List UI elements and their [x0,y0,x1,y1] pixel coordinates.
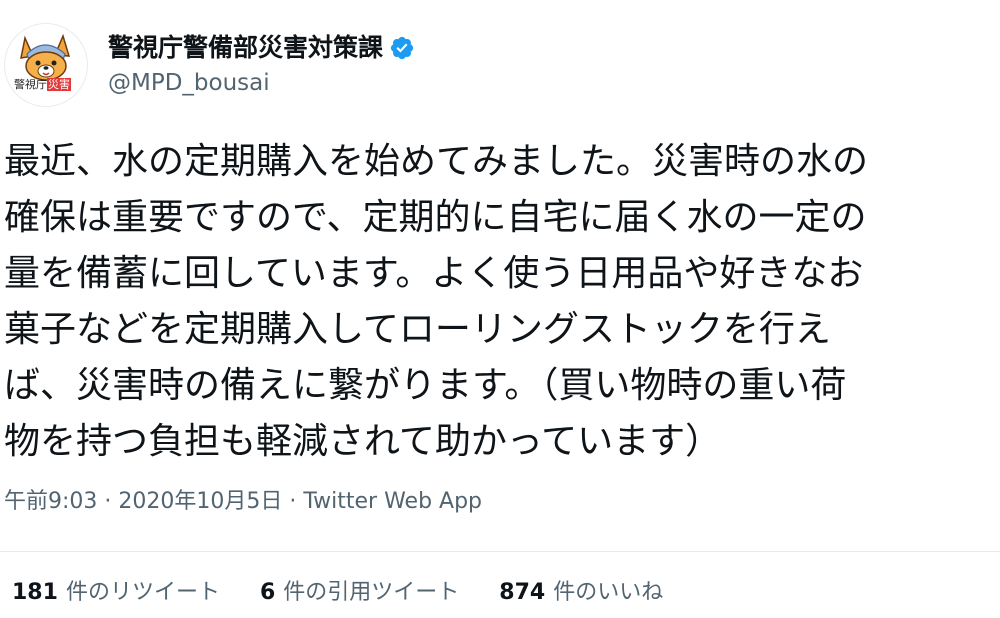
tweet-meta: 午前9:03 · 2020年10月5日 · Twitter Web App [4,487,482,517]
avatar-caption-main: 警視庁 [14,78,47,91]
likes-label: 件のいいね [553,580,664,605]
display-name[interactable]: 警視庁警備部災害対策課 [108,32,383,64]
quotes-label: 件の引用ツイート [283,580,460,605]
display-name-row: 警視庁警備部災害対策課 [108,32,415,64]
tweet-text-line: 量を備蓄に回しています。よく使う日用品や好きなお [4,253,864,294]
mascot-icon [20,33,71,81]
retweets-label: 件のリツイート [65,580,220,605]
retweets-stat[interactable]: 181 件のリツイート [12,578,220,608]
avatar[interactable]: 警視庁災害 [4,23,88,107]
tweet-stats: 181 件のリツイート 6 件の引用ツイート 874 件のいいね [12,578,703,608]
tweet-card: 警視庁災害 警視庁警備部災害対策課 @MPD_bousai 最近、水の定期購入を… [0,0,1000,618]
tweet-text-line: 確保は重要ですので、定期的に自宅に届く水の一定の [4,197,867,238]
tweet-source-app[interactable]: Twitter Web App [303,489,482,514]
likes-count: 874 [499,580,546,605]
tweet-header: 警視庁災害 警視庁警備部災害対策課 @MPD_bousai [4,23,415,107]
quotes-count: 6 [259,580,276,605]
user-handle[interactable]: @MPD_bousai [108,68,415,98]
tweet-text-line: 菓子などを定期購入してローリングストックを行え [4,309,831,350]
verified-badge-icon [390,36,414,60]
meta-separator: · [282,489,304,514]
tweet-text: 最近、水の定期購入を始めてみました。災害時の水の 確保は重要ですので、定期的に自… [4,134,1000,470]
tweet-time[interactable]: 午前9:03 [4,489,97,514]
quotes-stat[interactable]: 6 件の引用ツイート [260,578,459,608]
tweet-date[interactable]: 2020年10月5日 [118,489,282,514]
retweets-count: 181 [12,580,58,605]
likes-stat[interactable]: 874 件のいいね [499,578,663,608]
tweet-text-line: ば、災害時の備えに繋がります。（買い物時の重い荷 [4,365,847,406]
tweet-text-line: 物を持つ負担も軽減されて助かっています） [4,421,722,462]
divider [0,551,1000,552]
tweet-text-line: 最近、水の定期購入を始めてみました。災害時の水の [4,141,869,182]
name-block: 警視庁警備部災害対策課 @MPD_bousai [108,32,415,98]
avatar-caption: 警視庁災害 [14,78,71,91]
meta-separator: · [97,489,119,514]
avatar-caption-tag: 災害 [47,78,71,91]
